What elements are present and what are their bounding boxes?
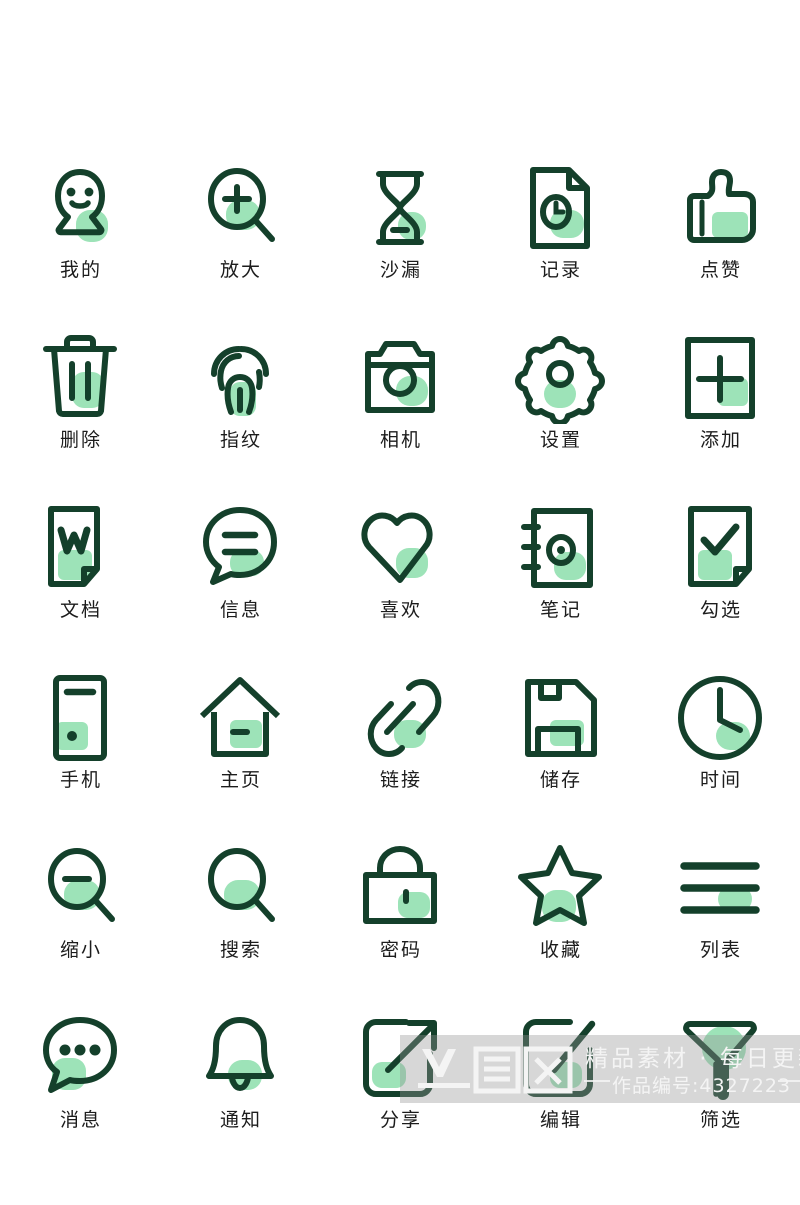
icon-label: 筛选 bbox=[699, 1109, 742, 1131]
icon-label: 通知 bbox=[219, 1109, 262, 1131]
icon-label: 勾选 bbox=[699, 599, 742, 621]
zoom-out-icon bbox=[48, 848, 115, 922]
home-icon bbox=[199, 677, 281, 757]
icon-cell-camera[interactable]: 相机 bbox=[320, 330, 480, 500]
icon-label: 收藏 bbox=[539, 939, 582, 961]
icon-cell-home[interactable]: 主页 bbox=[160, 670, 320, 840]
hourglass-icon bbox=[376, 171, 426, 245]
icon-cell-word-document[interactable]: 文档 bbox=[0, 500, 160, 670]
icon-cell-mobile-phone[interactable]: 手机 bbox=[0, 670, 160, 840]
chat-dots-icon bbox=[43, 1017, 117, 1093]
icon-cell-message-bubble[interactable]: 信息 bbox=[160, 500, 320, 670]
bell-icon bbox=[206, 1017, 274, 1091]
zoom-in-icon bbox=[208, 168, 275, 242]
icon-cell-bell[interactable]: 通知 bbox=[160, 1010, 320, 1180]
icon-label: 笔记 bbox=[539, 599, 582, 621]
heart-icon bbox=[361, 512, 433, 583]
search-icon bbox=[208, 848, 275, 922]
checkmark-page-icon bbox=[688, 506, 752, 587]
lock-icon bbox=[363, 846, 437, 924]
icon-cell-profile[interactable]: 我的 bbox=[0, 160, 160, 330]
icon-cell-heart[interactable]: 喜欢 bbox=[320, 500, 480, 670]
icon-cell-list[interactable]: 列表 bbox=[640, 840, 800, 1010]
camera-icon bbox=[365, 341, 435, 413]
message-bubble-icon bbox=[203, 507, 277, 585]
icon-cell-add[interactable]: 添加 bbox=[640, 330, 800, 500]
gear-icon bbox=[515, 336, 605, 424]
icon-cell-search[interactable]: 搜索 bbox=[160, 840, 320, 1010]
star-icon bbox=[518, 845, 602, 926]
mobile-phone-icon bbox=[53, 675, 107, 761]
icon-cell-share[interactable]: 分享 bbox=[320, 1010, 480, 1180]
icon-cell-edit-pencil[interactable]: 编辑 bbox=[480, 1010, 640, 1180]
icon-cell-chat-dots[interactable]: 消息 bbox=[0, 1010, 160, 1180]
icon-label: 删除 bbox=[59, 429, 102, 451]
icon-label: 消息 bbox=[59, 1109, 102, 1131]
icon-cell-zoom-in[interactable]: 放大 bbox=[160, 160, 320, 330]
icon-label: 沙漏 bbox=[379, 259, 422, 281]
icon-label: 手机 bbox=[59, 769, 102, 791]
icon-cell-link[interactable]: 链接 bbox=[320, 670, 480, 840]
icon-label: 缩小 bbox=[59, 939, 102, 961]
icon-grid: 我的 放大 沙漏 记录 点赞 删除 指纹 相机 设置 添加 文档 信息 喜欢 笔… bbox=[0, 160, 800, 1180]
icon-cell-lock[interactable]: 密码 bbox=[320, 840, 480, 1010]
profile-icon bbox=[55, 169, 108, 242]
icon-label: 分享 bbox=[379, 1109, 422, 1131]
icon-label: 编辑 bbox=[539, 1109, 582, 1131]
icon-cell-floppy-save[interactable]: 储存 bbox=[480, 670, 640, 840]
icon-label: 时间 bbox=[699, 769, 742, 791]
edit-pencil-icon bbox=[523, 1019, 596, 1097]
icon-label: 相机 bbox=[379, 429, 422, 451]
icon-label: 记录 bbox=[539, 259, 582, 281]
fingerprint-icon bbox=[211, 346, 269, 416]
icon-label: 储存 bbox=[539, 769, 582, 791]
icon-label: 点赞 bbox=[699, 259, 742, 281]
link-icon bbox=[367, 679, 442, 757]
icon-cell-checkmark-page[interactable]: 勾选 bbox=[640, 500, 800, 670]
thumbs-up-icon bbox=[687, 169, 756, 243]
icon-label: 放大 bbox=[219, 259, 262, 281]
icon-label: 主页 bbox=[219, 769, 262, 791]
icon-cell-record[interactable]: 记录 bbox=[480, 160, 640, 330]
icon-label: 喜欢 bbox=[379, 599, 422, 621]
icon-label: 添加 bbox=[699, 429, 742, 451]
record-icon bbox=[530, 167, 590, 249]
icon-label: 搜索 bbox=[219, 939, 262, 961]
list-icon bbox=[680, 862, 760, 914]
floppy-save-icon bbox=[525, 679, 597, 757]
trash-icon bbox=[43, 335, 117, 417]
icon-label: 列表 bbox=[699, 939, 742, 961]
icon-cell-hourglass[interactable]: 沙漏 bbox=[320, 160, 480, 330]
icon-label: 我的 bbox=[59, 259, 102, 281]
word-document-icon bbox=[48, 506, 100, 587]
icon-cell-star[interactable]: 收藏 bbox=[480, 840, 640, 1010]
share-icon bbox=[363, 1019, 437, 1097]
icon-cell-zoom-out[interactable]: 缩小 bbox=[0, 840, 160, 1010]
icon-label: 设置 bbox=[539, 429, 582, 451]
icon-cell-thumbs-up[interactable]: 点赞 bbox=[640, 160, 800, 330]
icon-label: 密码 bbox=[379, 939, 422, 961]
icon-cell-fingerprint[interactable]: 指纹 bbox=[160, 330, 320, 500]
icon-cell-clock[interactable]: 时间 bbox=[640, 670, 800, 840]
icon-label: 文档 bbox=[59, 599, 102, 621]
icon-label: 信息 bbox=[219, 599, 262, 621]
icon-label: 指纹 bbox=[219, 429, 262, 451]
filter-funnel-icon bbox=[683, 1021, 757, 1100]
notebook-icon bbox=[521, 508, 593, 588]
icon-cell-gear[interactable]: 设置 bbox=[480, 330, 640, 500]
add-icon bbox=[685, 337, 755, 419]
clock-icon bbox=[678, 676, 762, 760]
icon-cell-trash[interactable]: 删除 bbox=[0, 330, 160, 500]
icon-label: 链接 bbox=[379, 769, 422, 791]
icon-cell-filter-funnel[interactable]: 筛选 bbox=[640, 1010, 800, 1180]
icon-cell-notebook[interactable]: 笔记 bbox=[480, 500, 640, 670]
